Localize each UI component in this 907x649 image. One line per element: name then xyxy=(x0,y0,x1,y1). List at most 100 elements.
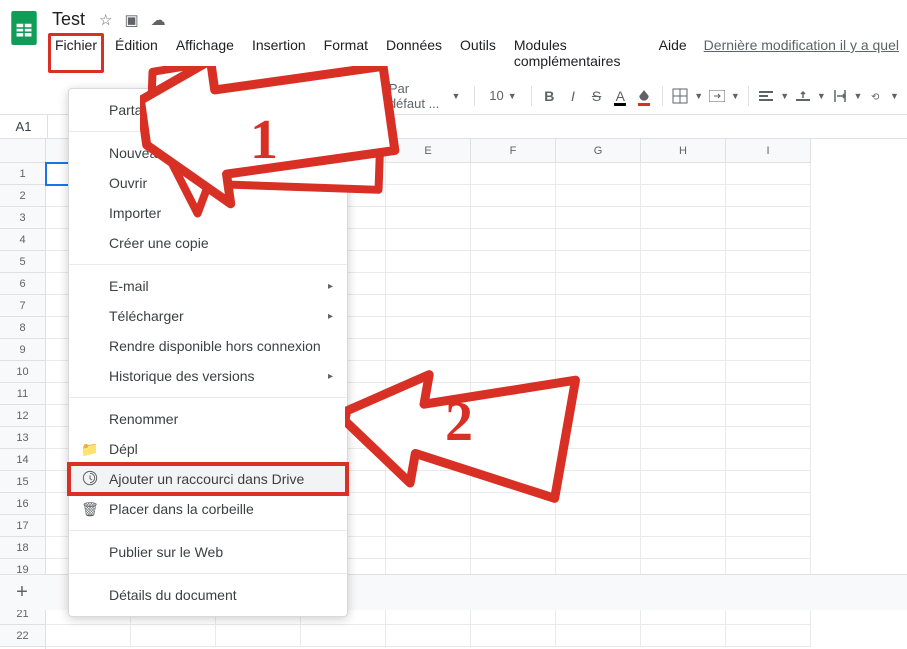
cell[interactable] xyxy=(471,339,556,361)
cloud-icon[interactable]: ☁ xyxy=(151,11,166,29)
row-header[interactable]: 14 xyxy=(0,449,45,471)
chevron-down-icon[interactable]: ▼ xyxy=(731,91,740,101)
cell[interactable] xyxy=(726,317,811,339)
row-header[interactable]: 4 xyxy=(0,229,45,251)
cell[interactable] xyxy=(641,185,726,207)
cell[interactable] xyxy=(556,207,641,229)
chevron-down-icon[interactable]: ▼ xyxy=(890,91,899,101)
row-header[interactable]: 1 xyxy=(0,163,45,185)
cell[interactable] xyxy=(726,405,811,427)
cell[interactable] xyxy=(726,515,811,537)
cell[interactable] xyxy=(471,229,556,251)
cell[interactable] xyxy=(726,229,811,251)
row-header[interactable]: 9 xyxy=(0,339,45,361)
cell[interactable] xyxy=(471,163,556,185)
row-header[interactable]: 11 xyxy=(0,383,45,405)
menu-item-renommer[interactable]: Renommer xyxy=(69,404,347,434)
cell[interactable] xyxy=(726,625,811,647)
menubar-item-insertion[interactable]: Insertion xyxy=(245,33,313,73)
cell[interactable] xyxy=(726,207,811,229)
menu-item-placer-dans-la-corbeille[interactable]: 🗑Placer dans la corbeille xyxy=(69,494,347,524)
menu-item-d-pl[interactable]: 📁Dépl xyxy=(69,434,347,464)
menubar-item-format[interactable]: Format xyxy=(317,33,375,73)
row-header[interactable]: 17 xyxy=(0,515,45,537)
cell[interactable] xyxy=(386,207,471,229)
row-header[interactable]: 8 xyxy=(0,317,45,339)
cell[interactable] xyxy=(471,405,556,427)
menu-item-ajouter-un-raccourci-dans-drive[interactable]: Ajouter un raccourci dans Drive xyxy=(69,464,347,494)
chevron-down-icon[interactable]: ▼ xyxy=(780,91,789,101)
row-header[interactable]: 22 xyxy=(0,625,45,647)
menu-item-ouvrir[interactable]: OuvrirCtrl+O xyxy=(69,168,347,198)
cell[interactable] xyxy=(556,405,641,427)
cell[interactable] xyxy=(386,625,471,647)
menu-item-historique-des-versions[interactable]: Historique des versions▸ xyxy=(69,361,347,391)
cell[interactable] xyxy=(471,427,556,449)
sheets-logo-icon[interactable] xyxy=(8,8,40,48)
menu-item-t-l-charger[interactable]: Télécharger▸ xyxy=(69,301,347,331)
h-align-button[interactable] xyxy=(757,84,777,108)
menu-item-nouveau[interactable]: Nouveau▸ xyxy=(69,138,347,168)
chevron-down-icon[interactable]: ▼ xyxy=(853,91,862,101)
cell[interactable] xyxy=(641,229,726,251)
cell[interactable] xyxy=(726,295,811,317)
move-icon[interactable]: ▣ xyxy=(124,11,138,29)
menu-item-importer[interactable]: Importer xyxy=(69,198,347,228)
cell[interactable] xyxy=(471,471,556,493)
cell[interactable] xyxy=(386,471,471,493)
italic-button[interactable]: I xyxy=(563,84,583,108)
star-icon[interactable]: ☆ xyxy=(99,11,112,29)
cell[interactable] xyxy=(641,317,726,339)
cell[interactable] xyxy=(556,251,641,273)
row-header[interactable]: 12 xyxy=(0,405,45,427)
cell[interactable] xyxy=(641,207,726,229)
col-header[interactable]: G xyxy=(556,139,641,163)
row-header[interactable]: 3 xyxy=(0,207,45,229)
cell[interactable] xyxy=(641,405,726,427)
cell[interactable] xyxy=(556,471,641,493)
cell[interactable] xyxy=(386,537,471,559)
cell[interactable] xyxy=(556,361,641,383)
cell[interactable] xyxy=(726,449,811,471)
merge-button[interactable] xyxy=(707,84,727,108)
cell[interactable] xyxy=(726,471,811,493)
cell[interactable] xyxy=(556,625,641,647)
cell[interactable] xyxy=(726,361,811,383)
cell[interactable] xyxy=(471,625,556,647)
cell[interactable] xyxy=(46,625,131,647)
cell[interactable] xyxy=(386,251,471,273)
menubar-item-affichage[interactable]: Affichage xyxy=(169,33,241,73)
name-box[interactable]: A1 xyxy=(0,115,48,138)
col-header[interactable]: F xyxy=(471,139,556,163)
row-header[interactable]: 10 xyxy=(0,361,45,383)
cell[interactable] xyxy=(386,515,471,537)
cell[interactable] xyxy=(641,427,726,449)
cell[interactable] xyxy=(726,537,811,559)
menu-item-publier-sur-le-web[interactable]: Publier sur le Web xyxy=(69,537,347,567)
font-size-dropdown[interactable]: 10▼ xyxy=(483,86,522,105)
cell[interactable] xyxy=(641,493,726,515)
row-header[interactable]: 6 xyxy=(0,273,45,295)
menu-item-e-mail[interactable]: E-mail▸ xyxy=(69,271,347,301)
cell[interactable] xyxy=(556,427,641,449)
menu-item-d-tails-du-document[interactable]: Détails du document xyxy=(69,580,347,610)
cell[interactable] xyxy=(471,537,556,559)
cell[interactable] xyxy=(386,361,471,383)
add-sheet-button[interactable]: + xyxy=(8,581,36,604)
menu-item-cr-er-une-copie[interactable]: Créer une copie xyxy=(69,228,347,258)
menubar-item-outils[interactable]: Outils xyxy=(453,33,503,73)
doc-title-input[interactable]: Test xyxy=(48,8,89,31)
menubar-item-fichier[interactable]: Fichier xyxy=(48,33,104,73)
cell[interactable] xyxy=(641,339,726,361)
cell[interactable] xyxy=(641,251,726,273)
cell[interactable] xyxy=(386,427,471,449)
chevron-down-icon[interactable]: ▼ xyxy=(817,91,826,101)
row-header[interactable]: 16 xyxy=(0,493,45,515)
menu-item-rendre-disponible-hors-connexion[interactable]: Rendre disponible hors connexion xyxy=(69,331,347,361)
select-all-corner[interactable] xyxy=(0,139,46,163)
text-wrap-button[interactable] xyxy=(830,84,850,108)
cell[interactable] xyxy=(641,625,726,647)
bold-button[interactable]: B xyxy=(539,84,559,108)
cell[interactable] xyxy=(641,449,726,471)
col-header[interactable]: I xyxy=(726,139,811,163)
